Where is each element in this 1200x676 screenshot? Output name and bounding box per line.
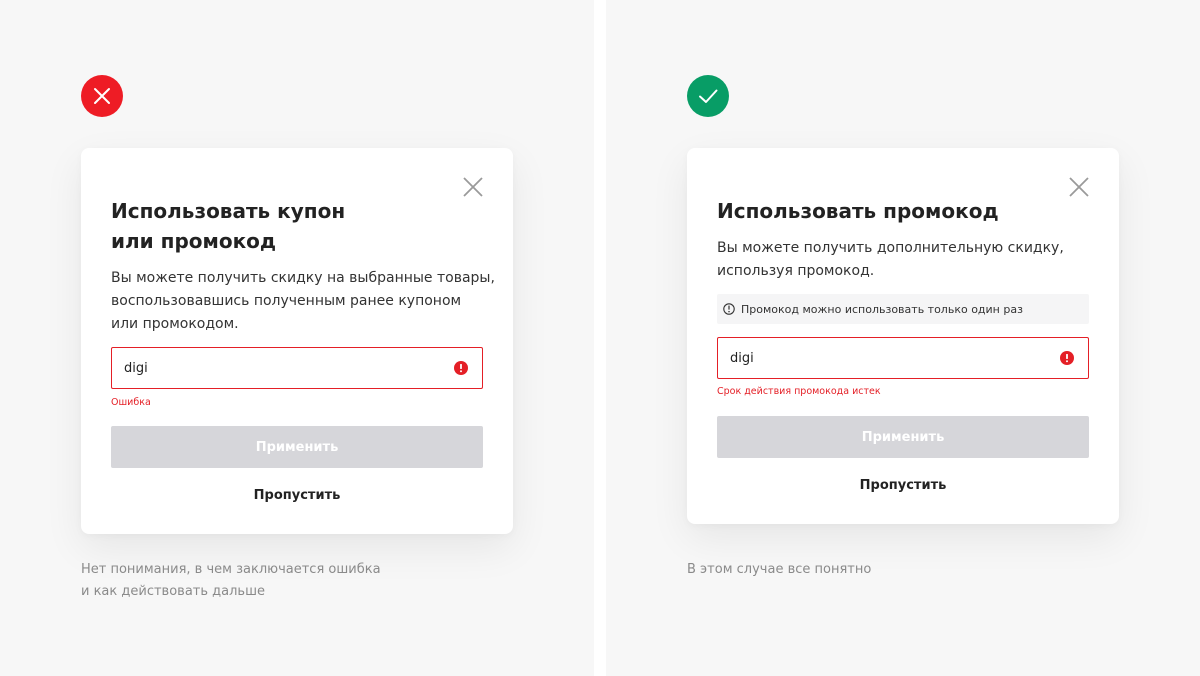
coupon-dialog: Использовать купон или промокод Вы может… [81,148,513,534]
apply-button[interactable]: Применить [111,426,483,468]
error-message: Ошибка [111,397,151,408]
error-circle-icon [1060,351,1074,365]
checkmark-icon [687,75,729,117]
promo-code-input[interactable]: digi [111,347,483,389]
skip-button[interactable]: Пропустить [717,474,1089,496]
good-example-panel: Использовать промокод Вы можете получить… [606,0,1200,676]
error-circle-icon [454,361,468,375]
example-caption: В этом случае все понятно [687,562,872,577]
dialog-description: Вы можете получить скидку на выбранные т… [111,270,495,332]
example-caption: Нет понимания, в чем заключается ошибка … [81,562,381,599]
promo-code-value: digi [730,350,754,366]
bad-example-panel: Использовать купон или промокод Вы может… [0,0,594,676]
info-notice: Промокод можно использовать только один … [717,294,1089,324]
dialog-description: Вы можете получить дополнительную скидку… [717,240,1064,279]
close-icon[interactable] [1068,176,1090,198]
apply-button[interactable]: Применить [717,416,1089,458]
cross-icon [81,75,123,117]
promo-code-input[interactable]: digi [717,337,1089,379]
close-icon[interactable] [462,176,484,198]
dialog-title: Использовать промокод [717,199,999,223]
promo-code-value: digi [124,360,148,376]
error-message: Срок действия промокода истек [717,386,881,397]
info-icon [723,303,735,315]
promo-dialog: Использовать промокод Вы можете получить… [687,148,1119,524]
dialog-title: Использовать купон или промокод [111,199,346,253]
info-notice-text: Промокод можно использовать только один … [741,302,1023,316]
skip-button[interactable]: Пропустить [111,484,483,506]
